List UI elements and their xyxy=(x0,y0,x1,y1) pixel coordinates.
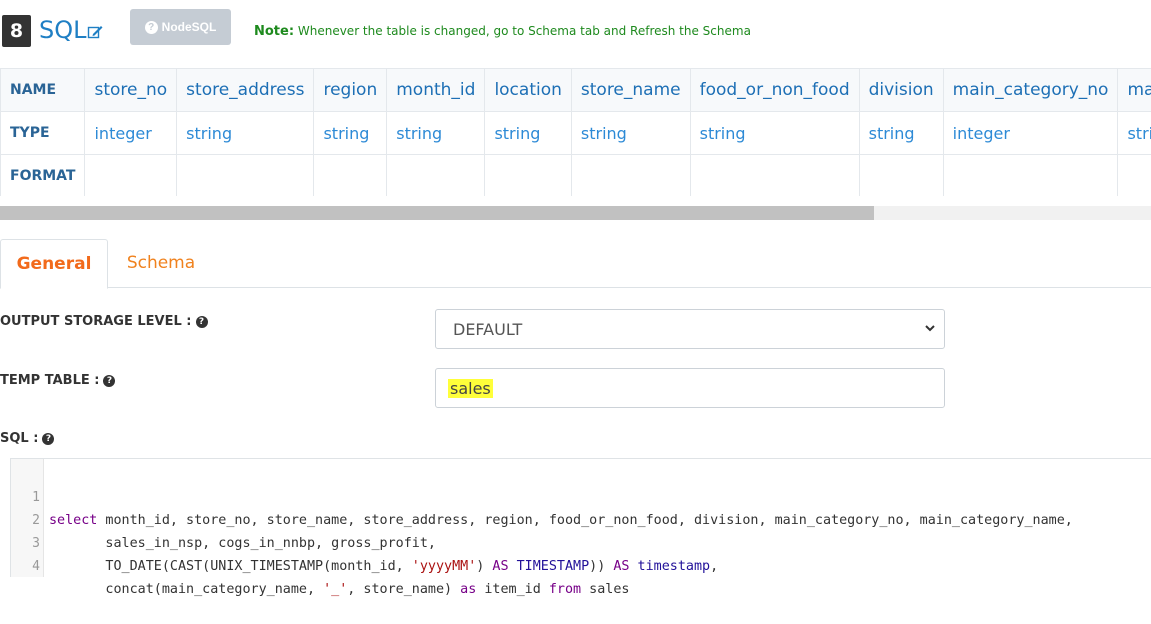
column-type: string xyxy=(314,112,387,155)
column-name: store_address xyxy=(177,69,314,112)
sql-label-text: SQL : xyxy=(0,431,38,446)
code-text: select month_id, store_no, store_name, s… xyxy=(49,509,1073,532)
question-icon[interactable]: ? xyxy=(42,433,54,445)
column-format xyxy=(943,155,1118,197)
scrollbar-thumb[interactable] xyxy=(0,206,874,220)
column-type: integer xyxy=(943,112,1118,155)
note-text: Whenever the table is changed, go to Sch… xyxy=(294,24,751,38)
row-header-type: TYPE xyxy=(1,112,85,155)
column-format xyxy=(859,155,943,197)
nodesql-button[interactable]: ? NodeSQL xyxy=(130,9,231,45)
node-number-badge: 8 xyxy=(2,15,31,47)
column-format xyxy=(1118,155,1151,197)
question-icon: ? xyxy=(145,21,158,34)
schema-format-row: FORMAT xyxy=(1,155,1151,197)
row-header-name: NAME xyxy=(1,69,85,112)
sql-label: SQL : ? xyxy=(0,431,54,446)
column-type: string xyxy=(177,112,314,155)
output-storage-level-label: OUTPUT STORAGE LEVEL : ? xyxy=(0,314,208,329)
output-storage-level-label-text: OUTPUT STORAGE LEVEL : xyxy=(0,314,192,329)
column-format xyxy=(571,155,690,197)
column-name: division xyxy=(859,69,943,112)
column-name: food_or_non_food xyxy=(690,69,859,112)
tab-bar: General Schema xyxy=(0,239,1151,288)
output-storage-level-select[interactable]: DEFAULT xyxy=(435,309,945,349)
question-icon[interactable]: ? xyxy=(103,375,115,387)
column-name: location xyxy=(485,69,571,112)
column-name: main xyxy=(1118,69,1151,112)
column-type: string xyxy=(859,112,943,155)
column-format xyxy=(85,155,177,197)
column-type: string xyxy=(690,112,859,155)
column-name: region xyxy=(314,69,387,112)
edit-icon[interactable] xyxy=(87,24,103,40)
output-storage-level-value: DEFAULT xyxy=(453,320,522,339)
column-type: string xyxy=(571,112,690,155)
code-line: 2 sales_in_nsp, cogs_in_nnbp, gross_prof… xyxy=(11,486,43,509)
node-title[interactable]: SQL xyxy=(39,14,87,46)
schema-name-row: NAME store_no store_address region month… xyxy=(1,69,1151,112)
temp-table-label: TEMP TABLE : ? xyxy=(0,373,115,388)
schema-type-row: TYPE integer string string string string… xyxy=(1,112,1151,155)
note-label: Note: xyxy=(254,24,294,39)
column-type: string xyxy=(387,112,485,155)
column-format xyxy=(690,155,859,197)
chevron-down-icon xyxy=(924,322,936,334)
code-line: 4 concat(main_category_name, '_', store_… xyxy=(11,532,43,555)
code-line: 1 select month_id, store_no, store_name,… xyxy=(11,463,43,486)
node-header: 8 SQL ? NodeSQL Note: Whenever the table… xyxy=(0,0,1151,60)
column-type: string xyxy=(1118,112,1151,155)
code-text: concat(main_category_name, '_', store_na… xyxy=(49,578,629,601)
sql-code-editor[interactable]: 1 select month_id, store_no, store_name,… xyxy=(10,458,1151,577)
nodesql-button-label: NodeSQL xyxy=(162,20,217,34)
schema-table-container[interactable]: NAME store_no store_address region month… xyxy=(0,68,1151,196)
column-name: main_category_no xyxy=(943,69,1118,112)
column-name: store_no xyxy=(85,69,177,112)
code-line: 3 TO_DATE(CAST(UNIX_TIMESTAMP(month_id, … xyxy=(11,509,43,532)
code-text: TO_DATE(CAST(UNIX_TIMESTAMP(month_id, 'y… xyxy=(49,555,718,578)
line-number: 4 xyxy=(11,555,40,578)
temp-table-input[interactable]: sales xyxy=(435,368,945,408)
schema-table: NAME store_no store_address region month… xyxy=(0,68,1151,196)
horizontal-scrollbar[interactable] xyxy=(0,206,1151,220)
tab-general[interactable]: General xyxy=(0,239,108,289)
column-type: string xyxy=(485,112,571,155)
column-name: month_id xyxy=(387,69,485,112)
column-format xyxy=(177,155,314,197)
column-name: store_name xyxy=(571,69,690,112)
code-text: sales_in_nsp, cogs_in_nnbp, gross_profit… xyxy=(49,532,436,555)
question-icon[interactable]: ? xyxy=(196,316,208,328)
temp-table-label-text: TEMP TABLE : xyxy=(0,373,99,388)
column-format xyxy=(485,155,571,197)
column-format xyxy=(314,155,387,197)
column-format xyxy=(387,155,485,197)
tab-schema[interactable]: Schema xyxy=(108,239,214,287)
row-header-format: FORMAT xyxy=(1,155,85,197)
schema-refresh-note: Note: Whenever the table is changed, go … xyxy=(254,24,751,39)
temp-table-value: sales xyxy=(448,379,493,398)
column-type: integer xyxy=(85,112,177,155)
